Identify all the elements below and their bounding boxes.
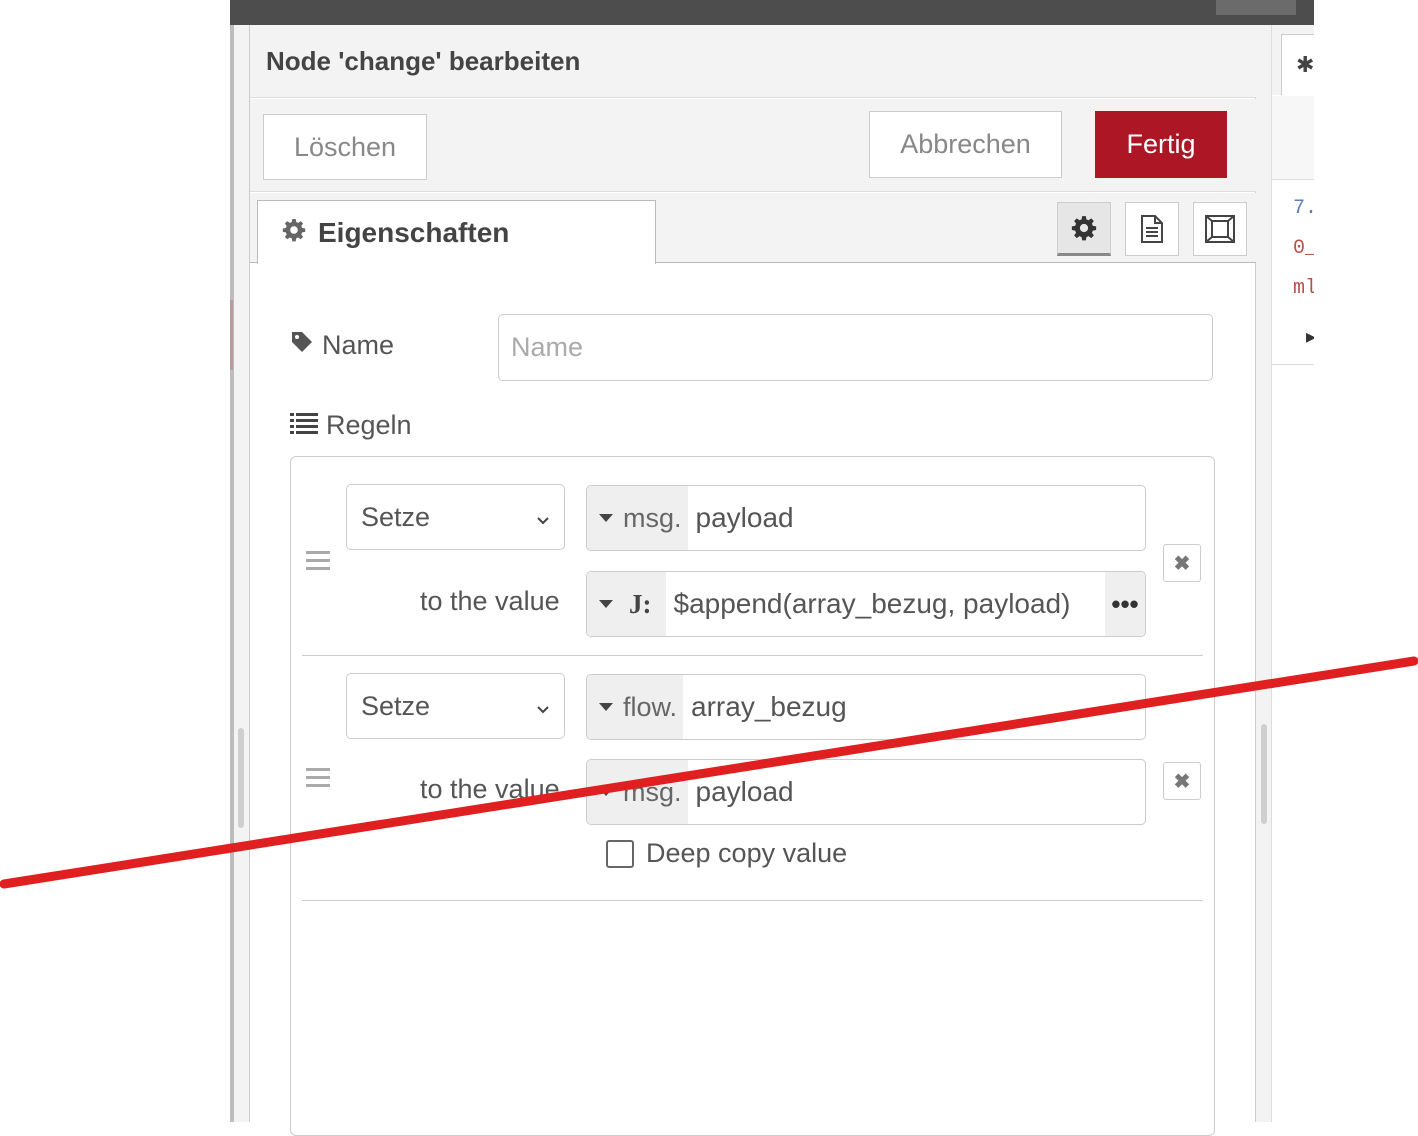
settings-tab-icon[interactable] (1057, 202, 1111, 256)
rule-action-select[interactable]: Setze (346, 673, 565, 739)
target-type-selector[interactable]: flow. (587, 675, 684, 739)
sidebar-separator (1256, 25, 1272, 1122)
name-input[interactable] (498, 314, 1213, 381)
sidebar-line: ml (1293, 277, 1315, 300)
done-button[interactable]: Fertig (1095, 111, 1227, 178)
tray-left-gutter (234, 25, 250, 1122)
cancel-button[interactable]: Abbrechen (869, 111, 1062, 178)
remove-rule-button[interactable]: ✖ (1163, 762, 1201, 800)
delete-button[interactable]: Löschen (263, 114, 427, 180)
chevron-down-icon (536, 502, 550, 533)
sidebar-line: 7.: (1293, 197, 1315, 220)
gear-icon (282, 217, 306, 249)
rule-divider (302, 900, 1203, 901)
rule-action-value: Setze (361, 690, 431, 721)
caret-down-icon (599, 788, 613, 796)
deep-copy-checkbox[interactable] (606, 839, 634, 868)
sidebar-line: 0_ (1293, 237, 1315, 260)
list-icon (290, 410, 318, 441)
value-type-selector[interactable]: J: (587, 572, 666, 636)
appearance-tab-icon[interactable] (1193, 202, 1247, 256)
close-icon: ✖ (1173, 552, 1191, 575)
tag-icon (290, 330, 314, 361)
drag-handle-icon[interactable] (306, 551, 330, 570)
rule-divider (302, 655, 1203, 656)
target-type-selector[interactable]: msg. (587, 486, 688, 550)
debug-icon: ✱ (1296, 52, 1315, 77)
rule-target-input[interactable]: flow. array_bezug (586, 674, 1146, 740)
value-type-label: msg. (623, 776, 682, 807)
target-value[interactable]: payload (688, 486, 1145, 550)
sidebar-resize-handle[interactable] (1261, 724, 1267, 824)
deep-copy-option[interactable]: Deep copy value (606, 838, 847, 869)
name-label: Name (290, 330, 394, 361)
drag-handle-icon[interactable] (306, 768, 330, 787)
target-type-label: msg. (623, 502, 682, 533)
remove-rule-button[interactable]: ✖ (1163, 544, 1201, 582)
rules-label-text: Regeln (326, 410, 412, 440)
rule-action-value: Setze (361, 501, 431, 532)
jsonata-expression[interactable]: $append(array_bezug, payload) (666, 572, 1106, 636)
rule-value-input[interactable]: J: $append(array_bezug, payload) ••• (586, 571, 1146, 637)
tab-properties-label: Eigenschaften (318, 216, 510, 248)
page-margin (1314, 0, 1418, 1122)
target-type-label: flow. (623, 691, 678, 722)
description-tab-icon[interactable] (1125, 202, 1179, 256)
close-icon: ✖ (1173, 770, 1191, 793)
deep-copy-label: Deep copy value (646, 838, 848, 868)
tray-resize-handle-left[interactable] (238, 728, 244, 828)
top-bar-button[interactable] (1216, 0, 1296, 15)
caret-down-icon (599, 600, 613, 608)
expand-editor-button[interactable]: ••• (1105, 572, 1145, 636)
rule-action-select[interactable]: Setze (346, 484, 565, 550)
tray-title: Node 'change' bearbeiten (266, 46, 581, 76)
to-value-label: to the value (420, 774, 560, 804)
sidebar-toolbar (1272, 96, 1314, 180)
jsonata-icon: J: (629, 588, 652, 619)
caret-down-icon (599, 703, 613, 711)
rule-target-input[interactable]: msg. payload (586, 485, 1146, 551)
rule-value-input[interactable]: msg. payload (586, 759, 1146, 825)
caret-down-icon (599, 514, 613, 522)
editor-top-bar (230, 0, 1314, 25)
rules-label: Regeln (290, 410, 412, 441)
value-value[interactable]: payload (688, 760, 1145, 824)
value-type-selector[interactable]: msg. (587, 760, 688, 824)
tab-properties[interactable]: Eigenschaften (257, 200, 656, 264)
target-value[interactable]: array_bezug (683, 675, 1145, 739)
to-value-label: to the value (420, 586, 560, 616)
name-label-text: Name (322, 330, 395, 360)
chevron-down-icon (536, 691, 550, 722)
workspace-edge-mark (230, 300, 233, 370)
